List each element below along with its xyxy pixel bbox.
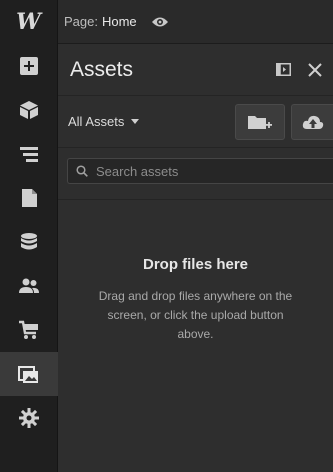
preview-button[interactable]	[151, 16, 169, 28]
search-input[interactable]	[96, 163, 316, 179]
gear-icon	[19, 408, 39, 428]
dock-icon	[275, 63, 291, 76]
settings-button[interactable]	[0, 396, 58, 440]
drop-instructions: Drag and drop files anywhere on the scre…	[98, 289, 293, 341]
left-toolbar: W	[0, 0, 58, 472]
page-icon	[22, 189, 37, 207]
images-icon	[18, 366, 38, 383]
search-icon	[76, 165, 88, 177]
asset-filter-dropdown[interactable]: All Assets	[68, 114, 235, 129]
navigator-button[interactable]	[0, 132, 58, 176]
assets-toolbar: All Assets	[58, 96, 333, 148]
panel-header: Assets	[58, 44, 333, 96]
drop-zone[interactable]: Drop files here Drag and drop files anyw…	[58, 256, 333, 344]
pages-button[interactable]	[0, 176, 58, 220]
new-folder-button[interactable]	[235, 103, 285, 140]
close-panel-button[interactable]	[301, 56, 329, 84]
assets-panel: Assets All Assets Drop files here Drag a…	[58, 44, 333, 472]
users-icon	[19, 278, 39, 293]
drop-title: Drop files here	[142, 256, 249, 273]
upload-button[interactable]	[291, 103, 333, 140]
page-label: Page:	[64, 14, 98, 29]
eye-icon	[151, 17, 168, 26]
assets-button[interactable]	[0, 352, 58, 396]
filter-label: All Assets	[68, 114, 125, 129]
database-icon	[21, 233, 37, 250]
search-box	[67, 158, 333, 184]
ecommerce-button[interactable]	[0, 308, 58, 352]
dock-panel-button[interactable]	[269, 56, 297, 84]
cms-button[interactable]	[0, 220, 58, 264]
panel-title: Assets	[70, 57, 134, 81]
add-panel-button[interactable]	[0, 44, 58, 88]
layers-icon	[20, 147, 38, 162]
users-button[interactable]	[0, 264, 58, 308]
folder-plus-icon	[248, 115, 272, 129]
cart-icon	[19, 320, 38, 339]
close-icon	[308, 62, 322, 77]
cube-icon	[20, 101, 38, 119]
webflow-logo[interactable]: W	[0, 0, 57, 44]
caret-down-icon	[131, 119, 140, 124]
cloud-upload-icon	[302, 115, 323, 129]
search-area	[58, 148, 333, 200]
components-button[interactable]	[0, 88, 58, 132]
top-bar: Page: Home	[58, 0, 333, 44]
plus-square-icon	[20, 57, 38, 75]
page-selector[interactable]: Home	[102, 14, 137, 29]
